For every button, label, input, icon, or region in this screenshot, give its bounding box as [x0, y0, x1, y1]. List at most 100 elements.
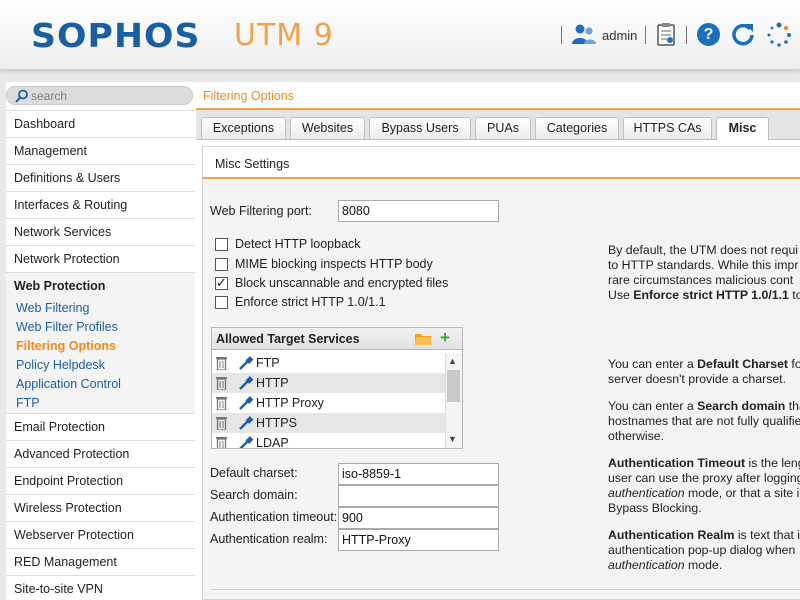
help-line: rare circumstances malicious cont: [608, 273, 794, 287]
sidebar-item-advanced-protection[interactable]: Advanced Protection: [6, 440, 195, 467]
subnav-item-web-filter-profiles[interactable]: Web Filter Profiles: [16, 320, 118, 334]
header-divider: [561, 26, 562, 44]
sidebar-item-interfaces-routing[interactable]: Interfaces & Routing: [6, 191, 195, 218]
subnav-item-policy-helpdesk[interactable]: Policy Helpdesk: [16, 358, 105, 372]
sidebar-item-web-protection[interactable]: Web Protection: [6, 272, 195, 299]
help-line: Bypass Blocking.: [608, 501, 702, 515]
scroll-down-icon[interactable]: ▼: [448, 434, 457, 444]
scrollbar-thumb[interactable]: [447, 370, 460, 402]
sidebar-item-dashboard[interactable]: Dashboard: [6, 110, 195, 137]
service-row: FTP: [212, 353, 445, 373]
trash-icon[interactable]: [216, 436, 227, 448]
default-charset-input[interactable]: [338, 463, 499, 485]
help-line: server doesn't provide a charset.: [608, 372, 787, 386]
sophos-logo: SOPHOS: [31, 16, 201, 55]
subnav-item-filtering-options[interactable]: Filtering Options: [16, 339, 116, 353]
sidebar-item-email-protection[interactable]: Email Protection: [6, 413, 195, 440]
service-name: LDAP: [256, 436, 289, 448]
web-filtering-port-input[interactable]: [338, 200, 499, 222]
sidebar-item-network-services[interactable]: Network Services: [6, 218, 195, 245]
help-default-charset: You can enter a Default Charset for serv…: [608, 357, 800, 387]
checkbox-label: Enforce strict HTTP 1.0/1.1: [235, 295, 386, 309]
section-divider: [211, 589, 800, 590]
help-line: Authentication Timeout is the leng: [608, 456, 800, 470]
block-unscannable-checkbox[interactable]: [215, 275, 228, 291]
username-label[interactable]: admin: [602, 28, 637, 43]
help-icon[interactable]: ?: [697, 23, 720, 46]
spinner-icon: [767, 22, 791, 47]
add-icon[interactable]: +: [440, 329, 450, 346]
tab-websites[interactable]: Websites: [290, 117, 365, 139]
tab-exceptions[interactable]: Exceptions: [201, 117, 286, 139]
trash-icon[interactable]: [216, 416, 227, 430]
trash-icon[interactable]: [216, 376, 227, 390]
service-name: HTTPS: [256, 416, 297, 430]
checkbox-label: Block unscannable and encrypted files: [235, 276, 449, 290]
tab-bypass-users[interactable]: Bypass Users: [369, 117, 471, 139]
app-header: SOPHOS UTM 9 admin ?: [0, 0, 800, 70]
sidebar-item-definitions-users[interactable]: Definitions & Users: [6, 164, 195, 191]
search-icon: [15, 89, 28, 103]
clipboard-icon[interactable]: [656, 22, 676, 46]
mime-blocking-checkbox[interactable]: [215, 258, 228, 271]
service-name: FTP: [256, 356, 280, 370]
help-line: otherwise.: [608, 429, 665, 443]
service-definition-icon: [239, 376, 254, 390]
user-icon[interactable]: [571, 23, 597, 45]
service-definition-icon: [239, 416, 254, 430]
subnav-item-ftp[interactable]: FTP: [16, 396, 40, 410]
help-line: user can use the proxy after logging: [608, 471, 800, 485]
help-line: authentication mode.: [608, 558, 723, 572]
product-name: UTM 9: [234, 18, 334, 53]
panel-title: Misc Settings: [215, 157, 290, 171]
help-line: Authentication Realm is text that is: [608, 528, 800, 542]
sidebar-item-site-to-site-vpn[interactable]: Site-to-site VPN: [6, 575, 195, 600]
service-row: HTTP: [212, 373, 445, 393]
sidebar-item-endpoint-protection[interactable]: Endpoint Protection: [6, 467, 195, 494]
auth-realm-input[interactable]: [338, 529, 499, 551]
search-domain-input[interactable]: [338, 485, 499, 507]
enforce-strict-http-checkbox[interactable]: [215, 296, 228, 309]
default-charset-label: Default charset:: [210, 466, 298, 480]
sidebar-item-wireless-protection[interactable]: Wireless Protection: [6, 494, 195, 521]
service-row: HTTPS: [212, 413, 445, 433]
sidebar-item-webserver-protection[interactable]: Webserver Protection: [6, 521, 195, 548]
service-name: HTTP: [256, 376, 289, 390]
search-box[interactable]: [6, 86, 193, 105]
reload-icon[interactable]: [731, 22, 755, 46]
search-input[interactable]: [31, 88, 186, 103]
tab-puas[interactable]: PUAs: [475, 117, 531, 139]
panel-header: [202, 146, 800, 179]
help-line: By default, the UTM does not requi: [608, 243, 799, 257]
checkbox-label: Detect HTTP loopback: [235, 237, 361, 251]
trash-icon[interactable]: [216, 396, 227, 410]
sidebar-item-network-protection[interactable]: Network Protection: [6, 245, 195, 272]
help-line: Use Enforce strict HTTP 1.0/1.1 to: [608, 288, 800, 302]
subnav-item-web-filtering[interactable]: Web Filtering: [16, 301, 89, 315]
folder-icon[interactable]: [415, 332, 431, 345]
subnav-item-application-control[interactable]: Application Control: [16, 377, 121, 391]
help-search-domain: You can enter a Search domain tha hostna…: [608, 399, 800, 444]
help-http-standards: By default, the UTM does not requi to HT…: [608, 243, 800, 303]
header-divider: [686, 26, 687, 44]
help-line: You can enter a Search domain tha: [608, 399, 800, 413]
sidebar-item-red-management[interactable]: RED Management: [6, 548, 195, 575]
help-line: authentication pop-up dialog when: [608, 543, 796, 557]
tab-https-cas[interactable]: HTTPS CAs: [623, 117, 712, 139]
detect-http-loopback-checkbox[interactable]: [215, 238, 228, 251]
sidebar-item-management[interactable]: Management: [6, 137, 195, 164]
tab-underline: [196, 139, 800, 140]
service-definition-icon: [239, 436, 254, 448]
breadcrumb: Filtering Options: [203, 89, 295, 103]
help-line: You can enter a Default Charset for: [608, 357, 800, 371]
trash-icon[interactable]: [216, 356, 227, 370]
tab-categories[interactable]: Categories: [535, 117, 619, 139]
scroll-up-icon[interactable]: ▲: [448, 356, 457, 366]
auth-timeout-input[interactable]: [338, 507, 499, 529]
service-row: LDAP: [212, 433, 445, 448]
header-divider: [645, 26, 646, 44]
tab-misc[interactable]: Misc: [716, 117, 769, 140]
web-filtering-port-label: Web Filtering port:: [210, 204, 312, 218]
services-box-title: Allowed Target Services: [216, 332, 360, 346]
help-line: hostnames that are not fully qualifie: [608, 414, 800, 428]
